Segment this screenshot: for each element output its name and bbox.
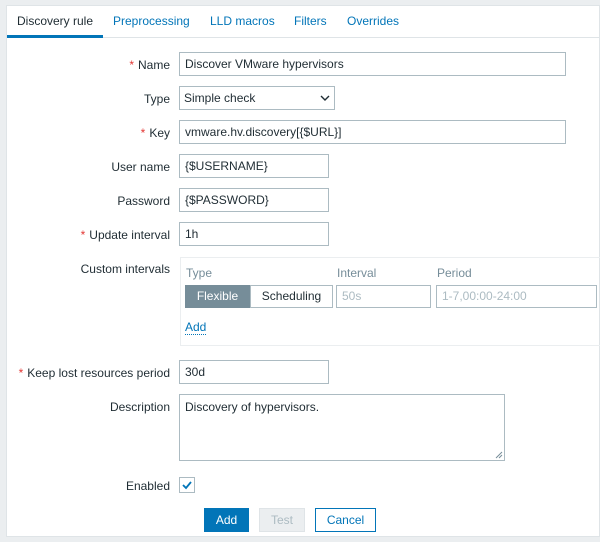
add-interval-link[interactable]: Add (185, 321, 207, 335)
scheduling-toggle[interactable]: Scheduling (250, 285, 333, 308)
required-marker: * (140, 126, 146, 140)
description-textarea[interactable]: Discovery of hypervisors. (179, 394, 505, 461)
resize-grip-icon[interactable] (494, 450, 503, 459)
description-label: Description (109, 400, 170, 414)
required-marker: * (129, 58, 134, 72)
tab-discovery-rule[interactable]: Discovery rule (7, 6, 104, 38)
key-input[interactable]: vmware.hv.discovery[{$URL}] (179, 120, 566, 144)
username-input[interactable]: {$USERNAME} (179, 154, 329, 178)
tab-preprocessing[interactable]: Preprocessing (113, 6, 190, 38)
key-label: * Key (140, 126, 170, 140)
tab-bar: Discovery rule Preprocessing LLD macros … (7, 6, 600, 38)
test-button: Test (259, 508, 305, 532)
enabled-label: Enabled (125, 479, 170, 493)
update-interval-label: * Update interval (80, 228, 170, 242)
column-header-period: Period (437, 266, 472, 280)
period-input[interactable]: 1-7,00:00-24:00 (436, 285, 597, 308)
custom-intervals-label: Custom intervals (80, 262, 170, 276)
tab-overrides[interactable]: Overrides (347, 6, 399, 38)
add-button[interactable]: Add (204, 508, 249, 532)
flexible-toggle[interactable]: Flexible (185, 285, 250, 308)
type-select[interactable]: Simple check (179, 86, 335, 110)
keep-lost-input[interactable]: 30d (179, 360, 329, 384)
required-marker: * (18, 366, 24, 380)
enabled-checkbox[interactable] (179, 477, 195, 493)
chevron-down-icon (320, 95, 330, 101)
type-label: Type (143, 92, 170, 106)
checkmark-icon (182, 481, 192, 490)
required-marker: * (80, 228, 86, 242)
name-label: * Name (129, 58, 170, 72)
cancel-button[interactable]: Cancel (315, 508, 376, 532)
password-label: Password (117, 194, 170, 208)
password-input[interactable]: {$PASSWORD} (179, 188, 329, 212)
update-interval-input[interactable]: 1h (179, 222, 329, 246)
username-label: User name (111, 160, 170, 174)
tab-filters[interactable]: Filters (294, 6, 327, 38)
keep-lost-label: * Keep lost resources period (18, 366, 170, 380)
column-header-type: Type (186, 266, 213, 280)
description-text: Discovery of hypervisors. (185, 400, 320, 414)
column-header-interval: Interval (337, 266, 377, 280)
type-select-value: Simple check (184, 91, 256, 105)
name-input[interactable]: Discover VMware hypervisors (179, 52, 566, 76)
tab-lld-macros[interactable]: LLD macros (210, 6, 275, 38)
interval-input[interactable]: 50s (336, 285, 431, 308)
discovery-rule-form-panel: Discovery rule Preprocessing LLD macros … (6, 5, 600, 537)
